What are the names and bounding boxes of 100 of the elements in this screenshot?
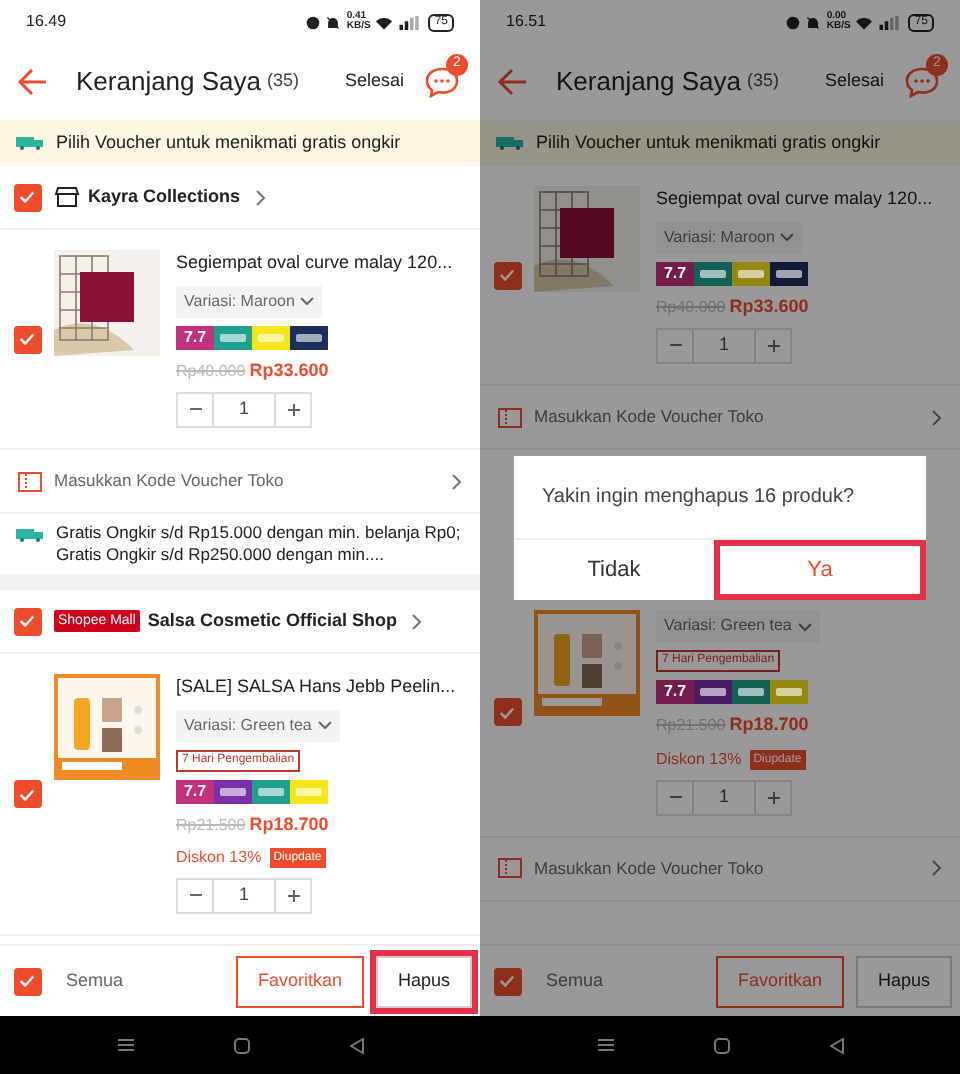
promo-badge: 7.7 [176,779,214,803]
old-price: Rp40.000 [176,359,246,383]
minus-icon [669,795,681,799]
product-title[interactable]: Segiempat oval curve malay 120... [176,250,453,277]
check-icon [498,703,516,722]
bell-off-icon [326,15,341,29]
shipping-info: Gratis Ongkir s/d Rp15.000 dengan min. belanja Rp0; Gratis Ongkir s/d Rp250.000 dengan min.... [56,522,463,566]
checkbox[interactable] [13,780,41,808]
quantity-value: 1 [716,332,731,359]
shop-name[interactable]: Salsa Cosmetic Official Shop [147,607,397,635]
caret-icon [300,296,315,306]
plus-icon [287,890,299,902]
chat-icon[interactable] [904,66,940,98]
signal-icon [878,15,903,29]
back-icon[interactable] [829,1037,843,1053]
chevron-right-icon[interactable] [256,189,267,205]
favorite-button[interactable]: Favoritkan [235,955,364,1007]
store-icon [54,186,80,208]
price: Rp33.600 [729,293,809,320]
product-title[interactable]: Segiempat oval curve malay 120... [656,186,933,213]
promo-badge: 7.7 [656,680,694,704]
price: Rp18.700 [729,712,809,738]
chevron-right-icon[interactable] [412,613,423,629]
discount-text: Diskon 13% [656,747,742,771]
chat-icon[interactable] [424,66,460,98]
plus-icon [767,340,779,352]
voucher-icon [498,407,522,427]
status-time: 16.49 [26,10,67,34]
quantity-value: 1 [236,396,251,423]
checkbox[interactable] [493,261,521,289]
checkbox[interactable] [493,967,521,995]
voucher-icon [18,471,42,491]
variant-dropdown[interactable]: Variasi: Green tea [176,709,340,741]
cart-count: (35) [267,68,300,95]
cart-count: (35) [747,68,780,95]
wifi-icon [856,15,873,29]
check-icon [18,972,36,990]
check-icon [18,330,36,348]
checkbox[interactable] [493,698,521,727]
plus-icon [767,791,779,803]
status-time: 16.51 [506,10,547,34]
plus-icon [287,404,299,416]
chevron-right-icon[interactable] [932,409,942,425]
back-arrow-icon[interactable] [16,68,48,96]
variant-dropdown[interactable]: Variasi: Green tea [656,610,820,642]
quantity-value: 1 [236,882,251,909]
dialog-message: Yakin ingin menghapus 16 produk? [540,484,857,512]
variant-dropdown[interactable]: Variasi: Maroon [176,285,323,317]
select-all-label: Semua [546,967,604,994]
home-icon[interactable] [233,1037,249,1053]
caret-icon [780,232,795,242]
check-icon [498,266,516,284]
chevron-right-icon[interactable] [452,473,462,489]
truck-icon [496,136,524,150]
price: Rp18.700 [249,811,329,838]
cancel-button[interactable]: Tidak [514,540,714,600]
discount-text: Diskon 13% [176,846,262,870]
caret-icon [317,720,332,730]
checkbox[interactable] [13,325,41,353]
promo-badge: 7.7 [176,325,214,349]
menu-icon[interactable] [117,1038,133,1052]
minus-icon [189,894,201,898]
voucher-code-link[interactable]: Masukkan Kode Voucher Toko [534,855,764,881]
checkbox[interactable] [13,607,41,635]
done-button[interactable]: Selesai [344,68,404,96]
price: Rp33.600 [249,357,329,384]
back-icon[interactable] [349,1037,363,1053]
checkbox[interactable] [13,967,41,995]
check-icon [18,785,36,803]
check-icon [18,612,36,630]
checkbox[interactable] [13,183,41,211]
wifi-icon [376,15,393,29]
shop-name[interactable]: Kayra Collections [88,183,241,211]
truck-icon [16,528,44,542]
minus-icon [189,408,201,412]
page-title: Keranjang Saya [556,64,742,101]
voucher-code-link[interactable]: Masukkan Kode Voucher Toko [534,404,764,430]
product-title[interactable]: [SALE] SALSA Hans Jebb Peelin... [176,674,456,701]
voucher-code-link[interactable]: Masukkan Kode Voucher Toko [54,468,284,494]
confirm-button[interactable]: Ya [714,540,926,600]
delete-button[interactable]: Hapus [855,955,952,1007]
check-icon [498,972,516,990]
bell-off-icon [806,15,821,29]
caret-icon [797,621,812,631]
quantity-value: 1 [716,783,731,810]
chevron-right-icon[interactable] [932,860,942,876]
promo-badge: 7.7 [656,261,694,285]
back-arrow-icon[interactable] [496,68,528,96]
variant-dropdown[interactable]: Variasi: Maroon [656,221,803,253]
done-button[interactable]: Selesai [824,68,884,96]
menu-icon[interactable] [597,1038,613,1052]
home-icon[interactable] [713,1037,729,1053]
select-all-label: Semua [66,967,124,994]
signal-icon [398,15,423,29]
minus-icon [669,344,681,348]
voucher-icon [498,858,522,878]
check-icon [18,188,36,206]
old-price: Rp21.500 [176,813,246,837]
truck-icon [16,136,44,150]
page-title: Keranjang Saya [76,64,262,101]
